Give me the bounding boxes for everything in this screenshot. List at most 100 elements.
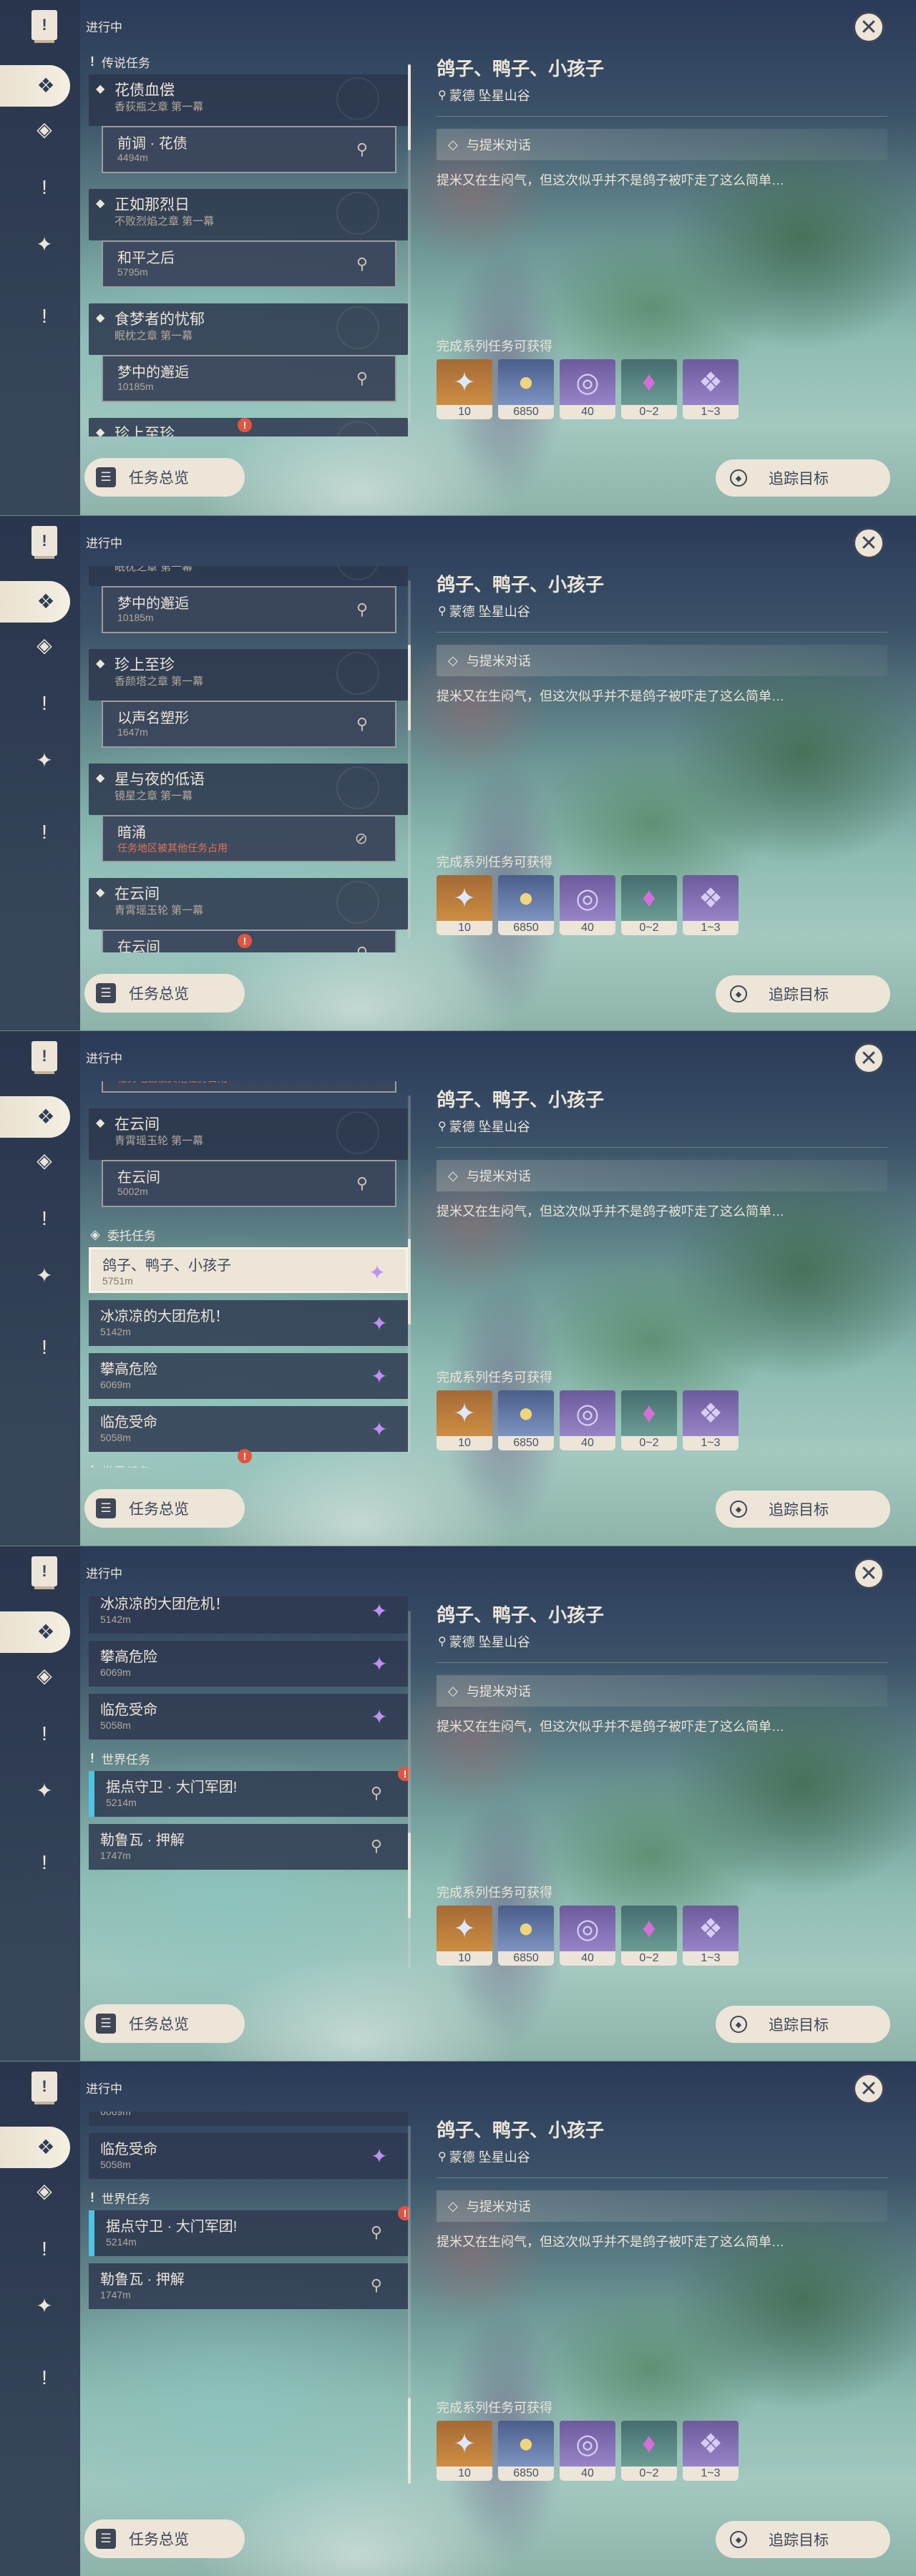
- reward-item-0[interactable]: ✦ 10: [437, 1390, 492, 1450]
- reward-item-3[interactable]: ♦ 0~2: [621, 359, 677, 419]
- quest-header-2[interactable]: ◆食梦者的忧郁眠枕之章 第一幕: [89, 303, 408, 355]
- commission-item-3[interactable]: 临危受命 5058m ✦: [89, 1694, 408, 1740]
- commission-item-3[interactable]: 临危受命 5058m ✦: [89, 2133, 408, 2179]
- all-quests-icon[interactable]: ❖: [0, 2127, 70, 2168]
- reward-item-4[interactable]: ❖ 1~3: [683, 2421, 739, 2481]
- reward-item-2[interactable]: ◎ 40: [560, 875, 615, 935]
- quest-list-scrollbar[interactable]: [408, 1096, 411, 1453]
- reward-item-3[interactable]: ♦ 0~2: [621, 1906, 677, 1966]
- scrollbar-thumb[interactable]: [408, 64, 411, 150]
- commission-item-2[interactable]: 攀高危险6069m✦: [89, 1353, 408, 1399]
- archon-quest-icon[interactable]: ◈: [29, 630, 60, 661]
- quest-overview-button[interactable]: ☰ 任务总览: [84, 2004, 245, 2043]
- quest-step-2[interactable]: 梦中的邂逅 10185m ⚲: [102, 586, 396, 633]
- quest-header-4[interactable]: ◆ 星与夜的低语 镜星之章 第一幕: [89, 763, 408, 815]
- reward-item-4[interactable]: ❖ 1~3: [683, 359, 739, 419]
- quest-list-scrollbar[interactable]: [408, 1611, 411, 1968]
- quest-list-scrollbar[interactable]: [408, 2126, 411, 2484]
- close-icon[interactable]: ✕: [853, 11, 885, 43]
- quest-header-5[interactable]: ◆ 在云间 青霄瑶玉轮 第一幕: [89, 878, 408, 930]
- story-quest-icon[interactable]: !: [29, 172, 60, 203]
- archon-quest-icon[interactable]: ◈: [29, 2175, 60, 2207]
- world-quest-item-1[interactable]: 勒鲁瓦 · 押解 1747m ⚲: [89, 2263, 408, 2309]
- reward-item-1[interactable]: ● 6850: [498, 2421, 554, 2481]
- commission-icon[interactable]: ✦: [29, 229, 60, 260]
- quest-step-5[interactable]: 在云间5002m ⚲: [102, 1160, 396, 1207]
- commission-item-1[interactable]: 冰凉凉的大团危机！ 5142m ✦: [89, 1300, 408, 1346]
- close-icon[interactable]: ✕: [853, 2073, 885, 2104]
- world-quest-icon[interactable]: !: [29, 816, 60, 848]
- reward-item-0[interactable]: ✦ 10: [437, 875, 492, 935]
- reward-item-4[interactable]: ❖ 1~3: [683, 1906, 739, 1966]
- track-target-button[interactable]: ◆ 追踪目标: [716, 1491, 890, 1528]
- quest-step-2[interactable]: 梦中的邂逅 10185m ⚲: [102, 355, 396, 402]
- commission-icon[interactable]: ✦: [29, 745, 60, 776]
- quest-overview-button[interactable]: ☰ 任务总览: [84, 2519, 245, 2558]
- archon-quest-icon[interactable]: ◈: [29, 114, 60, 145]
- archon-quest-icon[interactable]: ◈: [29, 1660, 60, 1692]
- all-quests-icon[interactable]: ❖: [0, 65, 70, 107]
- quest-step-4[interactable]: 暗涌任务地区被其他任务占用⊘: [102, 1081, 396, 1093]
- commission-item-1[interactable]: 冰凉凉的大团危机！ 5142m ✦: [89, 1596, 408, 1634]
- scrollbar-thumb[interactable]: [408, 1833, 411, 1918]
- track-target-button[interactable]: ◆ 追踪目标: [716, 459, 890, 497]
- quest-header-3[interactable]: ◆ 珍上至珍香颜塔之章 第一幕: [89, 649, 408, 701]
- quest-list[interactable]: !传说任务◆花债血偿香荻瓶之章 第一幕前调 · 花债4494m⚲◆正如那烈日不败…: [80, 2112, 409, 2498]
- story-quest-icon[interactable]: !: [29, 1203, 60, 1234]
- reward-item-0[interactable]: ✦ 10: [437, 1906, 492, 1966]
- world-quest-icon[interactable]: !: [29, 1332, 60, 1363]
- archon-quest-icon[interactable]: ◈: [29, 1145, 60, 1176]
- quest-header-1[interactable]: ◆ 正如那烈日 不败烈焰之章 第一幕: [89, 189, 408, 240]
- reward-item-0[interactable]: ✦ 10: [437, 359, 492, 419]
- scrollbar-thumb[interactable]: [408, 645, 411, 731]
- reward-item-1[interactable]: ● 6850: [498, 875, 554, 935]
- quest-header-5[interactable]: ◆ 在云间 青霄瑶玉轮 第一幕: [89, 1108, 408, 1160]
- reward-item-2[interactable]: ◎ 40: [560, 359, 615, 419]
- world-quest-item-0[interactable]: 据点守卫 · 大门军团! 5214m ⚲!: [89, 2206, 409, 2256]
- close-icon[interactable]: ✕: [853, 1558, 885, 1589]
- world-quest-icon[interactable]: !: [29, 2362, 60, 2394]
- world-quest-item-0[interactable]: 据点守卫 · 大门军团! 5214m ⚲!: [89, 1767, 409, 1817]
- quest-overview-button[interactable]: ☰ 任务总览: [84, 458, 245, 497]
- quest-step-0[interactable]: 前调 · 花债 4494m ⚲: [102, 126, 396, 173]
- story-quest-icon[interactable]: !: [29, 1718, 60, 1750]
- reward-item-2[interactable]: ◎ 40: [560, 1390, 615, 1450]
- reward-item-1[interactable]: ● 6850: [498, 1906, 554, 1966]
- close-icon[interactable]: ✕: [853, 527, 885, 559]
- quest-list[interactable]: !传说任务◆花债血偿香荻瓶之章 第一幕前调 · 花债4494m⚲◆正如那烈日不败…: [80, 1081, 409, 1468]
- quest-overview-button[interactable]: ☰ 任务总览: [84, 974, 245, 1013]
- reward-item-0[interactable]: ✦ 10: [437, 2421, 492, 2481]
- reward-item-2[interactable]: ◎ 40: [560, 2421, 615, 2481]
- commission-icon[interactable]: ✦: [29, 1260, 60, 1292]
- commission-item-3[interactable]: 临危受命 5058m ✦: [89, 1406, 408, 1452]
- quest-list[interactable]: !传说任务◆花债血偿香荻瓶之章 第一幕前调 · 花债4494m⚲◆正如那烈日不败…: [80, 566, 409, 952]
- reward-item-3[interactable]: ♦ 0~2: [621, 2421, 677, 2481]
- reward-item-1[interactable]: ● 6850: [498, 359, 554, 419]
- quest-overview-button[interactable]: ☰ 任务总览: [84, 1489, 245, 1528]
- quest-list[interactable]: !传说任务◆花债血偿香荻瓶之章 第一幕前调 · 花债4494m⚲◆正如那烈日不败…: [80, 50, 409, 436]
- quest-header-0[interactable]: ◆ 花债血偿 香荻瓶之章 第一幕: [89, 74, 408, 126]
- quest-step-1[interactable]: 和平之后 5795m ⚲: [102, 240, 396, 288]
- quest-list-scrollbar[interactable]: [408, 580, 411, 938]
- quest-step-3[interactable]: 以声名塑形 1647m ⚲: [102, 701, 396, 748]
- reward-item-3[interactable]: ♦ 0~2: [621, 875, 677, 935]
- all-quests-icon[interactable]: ❖: [0, 1611, 70, 1653]
- close-icon[interactable]: ✕: [853, 1043, 885, 1074]
- world-quest-icon[interactable]: !: [29, 301, 60, 332]
- commission-icon[interactable]: ✦: [29, 1775, 60, 1807]
- commission-item-2[interactable]: 攀高危险6069m✦: [89, 1641, 408, 1687]
- scrollbar-thumb[interactable]: [408, 1239, 411, 1324]
- story-quest-icon[interactable]: !: [29, 2233, 60, 2265]
- reward-item-4[interactable]: ❖ 1~3: [683, 1390, 739, 1450]
- all-quests-icon[interactable]: ❖: [0, 1096, 70, 1138]
- quest-header-2[interactable]: ◆食梦者的忧郁眠枕之章 第一幕: [89, 566, 408, 586]
- world-quest-icon[interactable]: !: [29, 1847, 60, 1878]
- reward-item-4[interactable]: ❖ 1~3: [683, 875, 739, 935]
- commission-item-2[interactable]: 攀高危险6069m✦: [89, 2112, 408, 2126]
- reward-item-1[interactable]: ● 6850: [498, 1390, 554, 1450]
- world-quest-item-1[interactable]: 勒鲁瓦 · 押解 1747m ⚲: [89, 1824, 408, 1870]
- track-target-button[interactable]: ◆ 追踪目标: [716, 975, 890, 1013]
- quest-list[interactable]: !传说任务◆花债血偿香荻瓶之章 第一幕前调 · 花债4494m⚲◆正如那烈日不败…: [80, 1596, 409, 1983]
- reward-item-2[interactable]: ◎ 40: [560, 1906, 615, 1966]
- commission-item-0[interactable]: 鸽子、鸭子、小孩子 5751m ✦: [89, 1247, 408, 1293]
